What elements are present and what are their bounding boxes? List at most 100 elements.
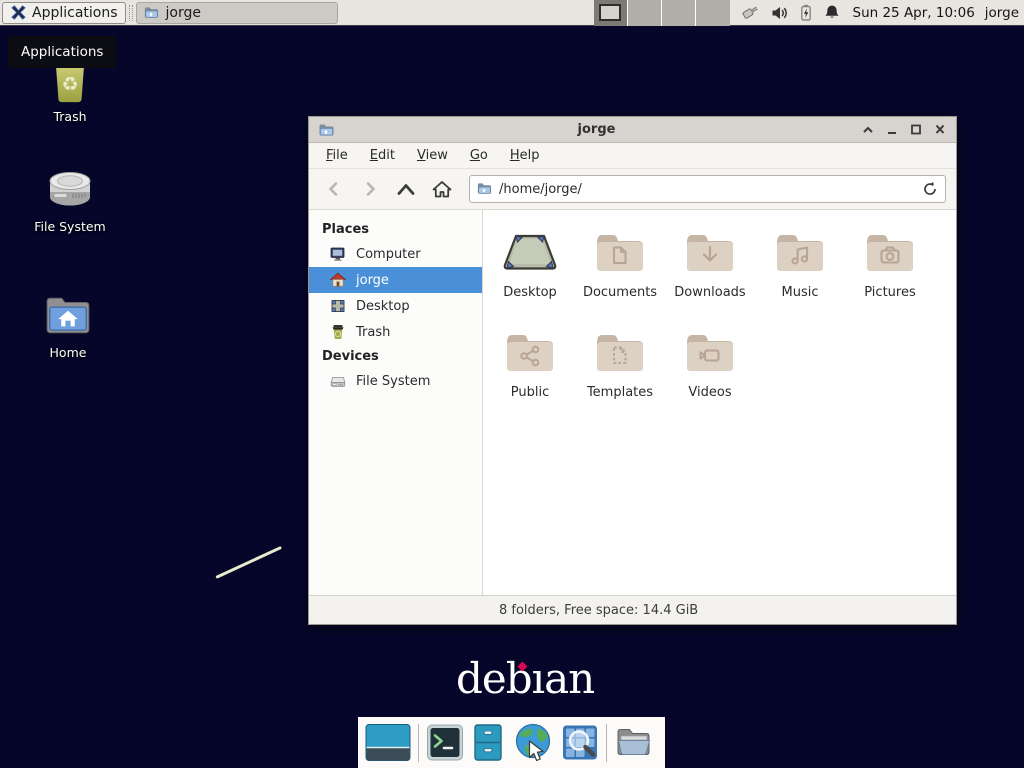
- desktop: Applications jorge: [0, 0, 1024, 768]
- folder-icon: [143, 5, 159, 20]
- drive-small-icon: [330, 373, 346, 389]
- dock-web-browser-button[interactable]: [512, 722, 554, 764]
- panel-separator: [129, 5, 133, 21]
- file-manager-window: jorge File Edit View Go Help: [308, 116, 957, 625]
- notifications-bell-icon[interactable]: [824, 4, 840, 21]
- home-button[interactable]: [425, 174, 459, 204]
- username[interactable]: jorge: [985, 5, 1019, 21]
- file-item-videos[interactable]: Videos: [665, 324, 755, 424]
- window-body: Places Computer jorge Desktop Trash: [309, 210, 956, 595]
- menubar: File Edit View Go Help: [309, 143, 956, 169]
- debian-logo-text-2: ıan: [532, 654, 595, 703]
- desktop-icon-label: Home: [50, 345, 87, 360]
- desktop-icon: [330, 298, 346, 314]
- up-button[interactable]: [389, 174, 423, 204]
- statusbar: 8 folders, Free space: 14.4 GiB: [309, 595, 956, 624]
- side-pane: Places Computer jorge Desktop Trash: [309, 210, 483, 595]
- menu-view[interactable]: View: [406, 143, 459, 169]
- workspace-3[interactable]: [662, 0, 696, 26]
- desktop-surface-icon: [501, 224, 559, 282]
- xfce-logo-icon: [10, 4, 27, 21]
- menu-help[interactable]: Help: [499, 143, 551, 169]
- pictures-folder-icon: [864, 224, 916, 282]
- menu-file[interactable]: File: [315, 143, 359, 169]
- downloads-folder-icon: [684, 224, 736, 282]
- file-item-desktop[interactable]: Desktop: [485, 224, 575, 324]
- toolbar: [309, 169, 956, 210]
- maximize-button[interactable]: [908, 122, 924, 138]
- applications-label: Applications: [32, 5, 118, 21]
- forward-button[interactable]: [353, 174, 387, 204]
- back-button[interactable]: [317, 174, 351, 204]
- sidebar-item-desktop[interactable]: Desktop: [309, 293, 482, 319]
- desktop-icon-label: Trash: [53, 109, 86, 124]
- sidebar-item-file-system[interactable]: File System: [309, 368, 482, 394]
- path-folder-icon: [476, 181, 492, 196]
- close-button[interactable]: [932, 122, 948, 138]
- debian-logo: debıan: [456, 658, 594, 700]
- computer-icon: [330, 246, 346, 262]
- home-folder-icon: [43, 292, 93, 340]
- battery-icon[interactable]: [799, 4, 813, 21]
- window-folder-icon: [317, 122, 335, 138]
- directory-menu-folder-icon: [614, 724, 654, 761]
- file-item-downloads[interactable]: Downloads: [665, 224, 755, 324]
- svg-text:♻: ♻: [61, 73, 78, 96]
- dock-separator: [606, 724, 607, 762]
- top-panel: Applications jorge: [0, 0, 1024, 26]
- hard-drive-icon: [44, 166, 96, 214]
- reload-button[interactable]: [918, 178, 942, 200]
- workspace-4[interactable]: [696, 0, 729, 26]
- dock-directory-menu-button[interactable]: [614, 724, 654, 761]
- applications-tooltip: Applications: [8, 36, 116, 68]
- sidebar-item-computer[interactable]: Computer: [309, 241, 482, 267]
- dock-terminal-button[interactable]: [426, 723, 464, 762]
- file-item-pictures[interactable]: Pictures: [845, 224, 935, 324]
- dock-application-finder-button[interactable]: [561, 723, 599, 762]
- trash-small-icon: [330, 324, 346, 340]
- desktop-icon-filesystem[interactable]: File System: [18, 166, 122, 234]
- workspace-1[interactable]: [594, 0, 628, 26]
- sidebar-item-trash[interactable]: Trash: [309, 319, 482, 345]
- workspace-switcher[interactable]: [594, 0, 730, 26]
- application-finder-icon: [561, 723, 599, 762]
- desktop-icon-label: File System: [34, 219, 106, 234]
- terminal-icon: [426, 723, 464, 762]
- workspace-2[interactable]: [628, 0, 662, 26]
- window-controls: [860, 122, 948, 138]
- workspace-window-thumbnail: [599, 4, 621, 21]
- file-item-music[interactable]: Music: [755, 224, 845, 324]
- public-folder-icon: [504, 324, 556, 382]
- file-item-documents[interactable]: Documents: [575, 224, 665, 324]
- menu-go[interactable]: Go: [459, 143, 499, 169]
- places-header: Places: [309, 218, 482, 241]
- file-item-public[interactable]: Public: [485, 324, 575, 424]
- file-item-templates[interactable]: Templates: [575, 324, 665, 424]
- music-folder-icon: [774, 224, 826, 282]
- taskbar-window-button[interactable]: jorge: [136, 2, 338, 24]
- applications-menu-button[interactable]: Applications: [2, 2, 126, 24]
- show-desktop-icon: [365, 723, 411, 762]
- desktop-icon-home[interactable]: Home: [16, 292, 120, 360]
- location-bar: [469, 175, 946, 203]
- network-icon[interactable]: [740, 4, 760, 21]
- path-input[interactable]: [469, 175, 946, 203]
- minimize-button[interactable]: [884, 122, 900, 138]
- file-cabinet-icon: [471, 723, 505, 762]
- dock-panel: [358, 717, 665, 768]
- dock-file-manager-button[interactable]: [471, 723, 505, 762]
- dock-show-desktop-button[interactable]: [365, 723, 411, 762]
- system-tray: [740, 4, 840, 21]
- file-view: Desktop Documents Downloads: [483, 210, 956, 595]
- templates-folder-icon: [594, 324, 646, 382]
- dock-separator: [418, 724, 419, 762]
- volume-icon[interactable]: [771, 5, 788, 21]
- documents-folder-icon: [594, 224, 646, 282]
- taskbar-window-label: jorge: [166, 5, 201, 21]
- clock[interactable]: Sun 25 Apr, 10:06: [853, 5, 975, 21]
- sidebar-item-jorge[interactable]: jorge: [309, 267, 482, 293]
- shade-button[interactable]: [860, 122, 876, 138]
- menu-edit[interactable]: Edit: [359, 143, 406, 169]
- window-titlebar[interactable]: jorge: [309, 117, 956, 143]
- web-browser-globe-icon: [512, 722, 554, 764]
